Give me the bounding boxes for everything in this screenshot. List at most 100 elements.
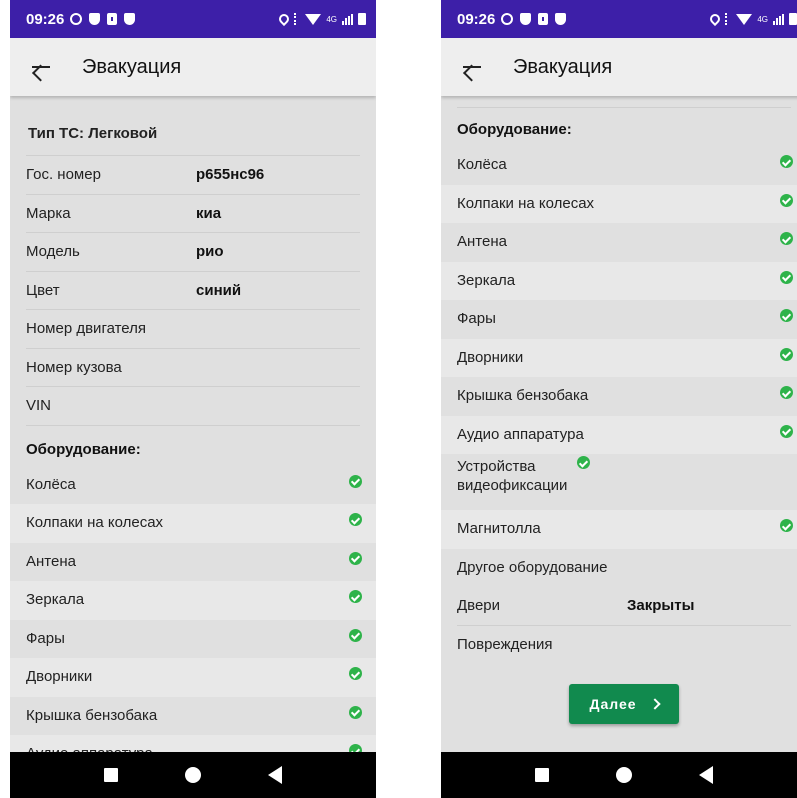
phone-screen-right: 09:26 4G Эвакуация Оборудование: Колёса … <box>441 0 797 798</box>
check-circle-icon[interactable] <box>780 193 793 207</box>
status-bar: 09:26 4G <box>441 0 797 38</box>
equipment-item[interactable]: Фары <box>10 620 376 659</box>
check-circle-icon[interactable] <box>349 513 362 526</box>
field-label: Повреждения <box>457 636 553 654</box>
equipment-item[interactable]: Колёса <box>441 146 797 185</box>
field-label: Цвет <box>26 281 60 299</box>
check-circle-icon[interactable] <box>349 667 362 680</box>
field-label: VIN <box>26 397 52 415</box>
app-bar: Эвакуация <box>441 38 797 96</box>
shield-icon <box>520 13 532 25</box>
signal-icon <box>773 13 784 25</box>
check-circle-icon[interactable] <box>780 270 793 284</box>
check-circle-icon[interactable] <box>349 744 362 752</box>
location-icon <box>277 11 292 27</box>
form-content[interactable]: Тип ТС: Легковой Гос. номер р655нс96 Марк… <box>10 96 376 752</box>
back-icon[interactable] <box>268 766 283 784</box>
check-circle-icon[interactable] <box>349 474 362 488</box>
equipment-label: Колпаки на колесах <box>457 194 595 212</box>
page-title: Эвакуация <box>82 55 182 78</box>
equipment-item[interactable]: Зеркала <box>10 581 376 620</box>
field-make: Марка киа <box>26 195 360 233</box>
recents-icon[interactable] <box>103 768 118 782</box>
equipment-item[interactable]: Магнитолла <box>441 510 797 549</box>
equipment-item[interactable]: Колёса <box>10 466 376 505</box>
back-arrow-icon[interactable] <box>10 38 66 96</box>
network-type: 4G <box>757 14 768 24</box>
equipment-item[interactable]: Зеркала <box>441 261 797 300</box>
wifi-icon <box>736 13 753 25</box>
field-value: киа <box>196 204 222 222</box>
equipment-label: Зеркала <box>26 591 85 608</box>
check-circle-icon[interactable] <box>780 519 793 532</box>
app-bar: Эвакуация <box>10 38 376 96</box>
back-icon[interactable] <box>699 766 714 784</box>
equipment-item[interactable]: Устройства видеофиксации <box>441 454 797 510</box>
check-circle-icon[interactable] <box>349 628 362 642</box>
back-arrow-icon[interactable] <box>441 38 497 96</box>
check-circle-icon[interactable] <box>780 347 793 361</box>
field-doors[interactable]: Двери Закрыты <box>457 587 791 626</box>
chevron-right-icon <box>648 698 661 710</box>
equipment-item[interactable]: Крышка бензобака <box>10 697 376 736</box>
equipment-item[interactable]: Дворники <box>10 658 376 697</box>
field-value: р655нс96 <box>196 166 265 184</box>
next-button-label: Далее <box>589 696 637 712</box>
equipment-label: Магнитолла <box>457 520 541 537</box>
sim-icon <box>538 13 549 25</box>
equipment-item[interactable]: Фары <box>441 300 797 339</box>
check-circle-icon[interactable] <box>577 456 590 469</box>
check-circle-icon[interactable] <box>780 386 793 399</box>
equipment-item[interactable]: Колпаки на колесах <box>441 184 797 223</box>
home-icon[interactable] <box>615 767 632 783</box>
equipment-label: Дворники <box>457 348 524 366</box>
field-label: Номер кузова <box>26 358 122 376</box>
shield-icon <box>89 13 101 25</box>
equipment-heading: Оборудование: <box>457 121 572 138</box>
next-button[interactable]: Далее <box>569 684 679 724</box>
status-time: 09:26 <box>457 10 496 28</box>
equipment-item[interactable]: Антена <box>10 543 376 582</box>
equipment-item[interactable]: Дворники <box>441 338 797 377</box>
field-engine-number: Номер двигателя <box>26 310 360 349</box>
divider <box>457 96 791 108</box>
check-circle-icon[interactable] <box>780 232 793 245</box>
sim-icon <box>107 13 118 25</box>
check-circle-icon[interactable] <box>780 155 793 168</box>
data-arrows-icon <box>725 13 731 25</box>
field-label: Двери <box>457 597 501 615</box>
check-circle-icon[interactable] <box>349 590 362 603</box>
check-circle-icon[interactable] <box>349 705 362 719</box>
equipment-heading: Оборудование: <box>26 440 141 458</box>
recents-icon[interactable] <box>534 768 549 782</box>
equipment-item[interactable]: Крышка бензобака <box>441 377 797 416</box>
field-label: Номер двигателя <box>26 320 147 338</box>
check-circle-icon[interactable] <box>780 309 793 322</box>
equipment-label: Фары <box>26 629 65 647</box>
field-damage[interactable]: Повреждения <box>457 626 791 665</box>
equipment-label: Устройства видеофиксации <box>457 458 568 494</box>
equipment-item[interactable]: Колпаки на колесах <box>10 504 376 543</box>
phone-screen-left: 09:26 4G Эвакуация Тип ТС: Легковой Гос.… <box>10 0 376 798</box>
check-circle-icon[interactable] <box>349 551 362 565</box>
home-icon[interactable] <box>184 767 201 783</box>
equipment-item[interactable]: Антена <box>441 223 797 262</box>
field-label: Гос. номер <box>26 166 101 184</box>
status-time: 09:26 <box>26 10 65 28</box>
equipment-item[interactable]: Аудио аппаратура <box>441 415 797 454</box>
settings-icon <box>501 13 514 25</box>
wifi-icon <box>305 13 322 25</box>
equipment-item[interactable]: Аудио аппаратура <box>10 735 376 752</box>
equipment-label: Аудио аппаратура <box>457 425 584 443</box>
system-nav-bar <box>441 752 797 798</box>
check-circle-icon[interactable] <box>780 424 793 438</box>
field-label: Марка <box>26 204 71 222</box>
equipment-item-other[interactable]: Другое оборудование <box>441 549 797 588</box>
equipment-label: Аудио аппаратура <box>26 745 349 752</box>
field-value: рио <box>196 243 224 261</box>
form-content[interactable]: Оборудование: Колёса Колпаки на колесах … <box>441 96 797 752</box>
equipment-label: Антена <box>457 233 507 250</box>
equipment-label: Крышка бензобака <box>26 706 158 724</box>
field-color: Цвет синий <box>26 272 360 310</box>
network-type: 4G <box>326 14 337 24</box>
